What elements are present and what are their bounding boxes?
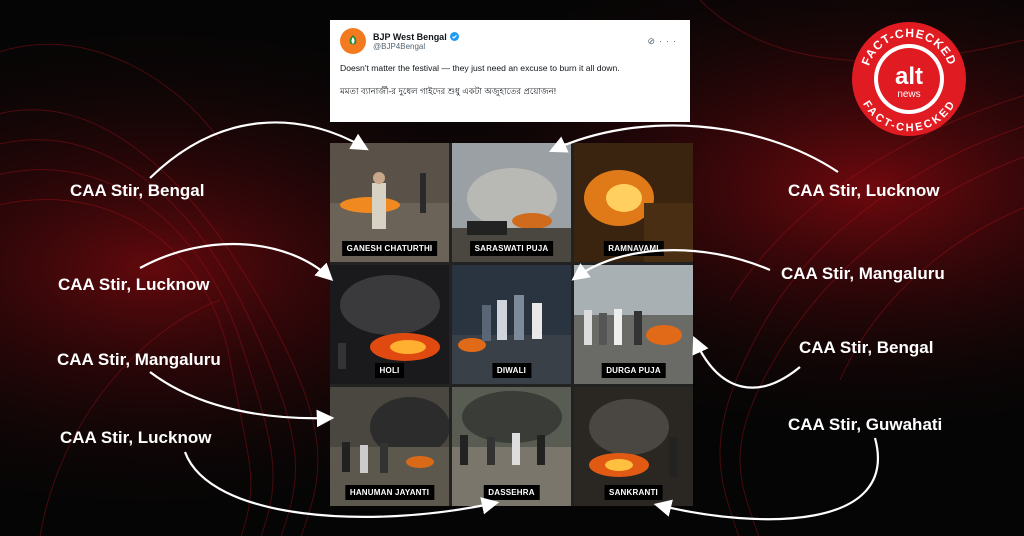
- tweet-author-handle[interactable]: @BJP4Bengal: [373, 42, 459, 51]
- caption-label-left: CAA Stir, Bengal: [70, 181, 205, 200]
- badge-logo-alt: alt: [895, 63, 923, 90]
- caption-label-left: CAA Stir, Lucknow: [60, 428, 212, 447]
- tile-label: DIWALI: [491, 363, 532, 378]
- photo-tile: SANKRANTI: [574, 387, 693, 506]
- photo-tile: SARASWATI PUJA: [452, 143, 571, 262]
- photo-tile: HANUMAN JAYANTI: [330, 387, 449, 506]
- tweet-text-bengali: মমতা ব্যানার্জী-র দুধেল গাইদের শুধু একটা…: [340, 86, 557, 96]
- tile-label: SARASWATI PUJA: [469, 241, 554, 256]
- photo-tile: RAMNAVAMI: [574, 143, 693, 262]
- tile-label: DURGA PUJA: [601, 363, 666, 378]
- tile-label: DASSEHRA: [483, 485, 540, 500]
- more-options-icon[interactable]: ···: [659, 36, 680, 46]
- grok-icon[interactable]: ⊘: [647, 36, 659, 46]
- photo-tile: DASSEHRA: [452, 387, 571, 506]
- caption-label-right: CAA Stir, Guwahati: [788, 415, 943, 434]
- caption-label-right: CAA Stir, Lucknow: [788, 181, 940, 200]
- caption-label-right: CAA Stir, Bengal: [799, 338, 934, 357]
- tile-label: HOLI: [374, 363, 405, 378]
- badge-logo-news: news: [897, 89, 920, 100]
- tweet-text-english: Doesn't matter the festival — they just …: [340, 63, 620, 73]
- photo-grid: GANESH CHATURTHI SARASWATI PUJA RAMNAVAM…: [330, 143, 693, 506]
- tile-label: GANESH CHATURTHI: [341, 241, 438, 256]
- tile-label: HANUMAN JAYANTI: [344, 485, 435, 500]
- tile-label: SANKRANTI: [604, 485, 663, 500]
- photo-tile: DURGA PUJA: [574, 265, 693, 384]
- bjp-logo-avatar[interactable]: [340, 28, 366, 54]
- tweet-author-name[interactable]: BJP West Bengal: [373, 32, 447, 42]
- photo-tile: HOLI: [330, 265, 449, 384]
- caption-label-left: CAA Stir, Lucknow: [58, 275, 210, 294]
- photo-tile: DIWALI: [452, 265, 571, 384]
- caption-label-left: CAA Stir, Mangaluru: [57, 350, 221, 369]
- alt-news-fact-checked-badge: FACT-CHECKED FACT-CHECKED alt news: [852, 22, 966, 136]
- photo-tile: GANESH CHATURTHI: [330, 143, 449, 262]
- caption-label-right: CAA Stir, Mangaluru: [781, 264, 945, 283]
- verified-badge-icon: [449, 32, 459, 41]
- tile-label: RAMNAVAMI: [603, 241, 664, 256]
- tweet-card: BJP West Bengal @BJP4Bengal ⊘··· Doesn't…: [330, 20, 690, 122]
